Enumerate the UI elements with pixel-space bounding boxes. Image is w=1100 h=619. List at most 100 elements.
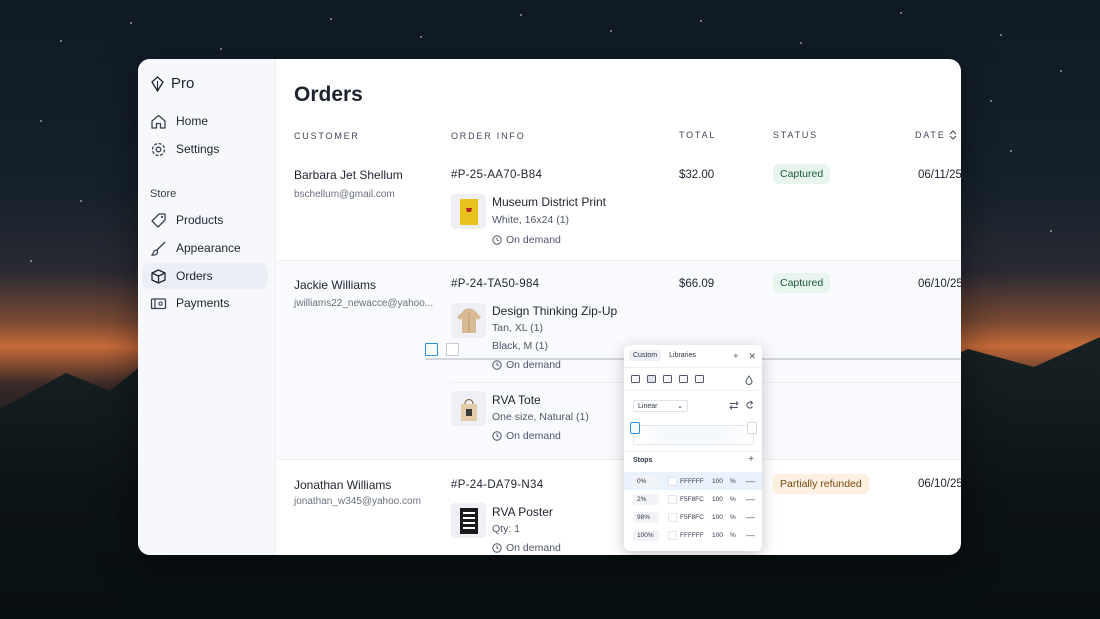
table-row-hover-bg	[277, 261, 961, 459]
customer-name: Jackie Williams	[294, 278, 377, 292]
stop-hex[interactable]: FFFFFF	[680, 532, 704, 539]
sidebar-item-label: Home	[176, 114, 209, 128]
column-header-status[interactable]: STATUS	[773, 130, 818, 140]
stop-color-swatch[interactable]	[668, 530, 677, 540]
gradient-type-select[interactable]: Linear ⌄	[633, 400, 688, 412]
eyedropper-icon[interactable]	[745, 375, 753, 385]
stop-color-swatch[interactable]	[668, 494, 677, 504]
fulfillment-label: On demand	[506, 430, 561, 442]
page-title: Orders	[294, 83, 363, 106]
customer-email: jonathan_w345@yahoo.com	[294, 496, 421, 507]
sidebar-item-settings[interactable]: Settings	[142, 136, 268, 162]
linear-gradient-icon[interactable]	[647, 375, 656, 383]
fulfillment-status: On demand	[492, 542, 561, 554]
stop-opacity-unit: %	[730, 513, 736, 521]
video-fill-icon[interactable]	[695, 375, 704, 383]
stop-hex[interactable]: FFFFFF	[680, 478, 704, 485]
order-id[interactable]: #P-24-TA50-984	[451, 278, 539, 290]
customer-name: Barbara Jet Shellum	[294, 168, 403, 182]
tote-image-icon	[460, 398, 477, 421]
sidebar-item-label: Products	[176, 213, 224, 227]
product-variant: White, 16x24 (1)	[492, 214, 570, 226]
product-variant: Qty: 1	[492, 523, 521, 535]
stop-position[interactable]: 2%	[633, 493, 659, 505]
product-thumbnail	[451, 503, 486, 538]
sidebar-item-payments[interactable]: Payments	[142, 290, 268, 316]
gradient-stop-handle[interactable]	[630, 422, 640, 434]
stop-color-swatch[interactable]	[668, 512, 677, 522]
close-icon[interactable]: ✕	[748, 351, 756, 362]
selection-handle-secondary[interactable]	[446, 343, 459, 356]
clock-icon	[492, 235, 502, 245]
fulfillment-label: On demand	[506, 234, 561, 246]
fill-mode-toolbar	[631, 375, 704, 383]
picker-header-actions: + ✕	[733, 351, 756, 362]
gradient-stop-handle[interactable]	[747, 422, 757, 434]
add-stop-icon[interactable]: +	[748, 454, 754, 465]
stop-hex[interactable]: F5F8FC	[680, 514, 704, 521]
radial-gradient-icon[interactable]	[663, 375, 672, 383]
order-id[interactable]: #P-25-AA70-B84	[451, 169, 542, 181]
chevron-down-icon: ⌄	[677, 403, 683, 410]
tab-libraries[interactable]: Libraries	[665, 350, 700, 361]
remove-stop-icon[interactable]: —	[746, 512, 755, 522]
add-icon[interactable]: +	[733, 351, 738, 362]
brand[interactable]: Pro	[150, 75, 194, 92]
picker-divider	[624, 367, 762, 368]
selection-handle[interactable]	[425, 343, 438, 356]
home-icon	[151, 114, 166, 129]
gradient-stop-row[interactable]: 2% F5F8FC 100 % —	[624, 490, 762, 508]
order-id[interactable]: #P-24-DA79-N34	[451, 479, 543, 491]
column-header-date[interactable]: DATE	[915, 130, 957, 140]
sidebar: Pro Home Settings Store Products Appeara…	[138, 59, 276, 555]
stop-opacity[interactable]: 100	[712, 478, 723, 485]
stop-opacity[interactable]: 100	[712, 514, 723, 521]
customer-email: jwilliams22_newacce@yahoo...	[294, 298, 434, 309]
column-header-customer[interactable]: CUSTOMER	[294, 131, 360, 141]
clock-icon	[492, 543, 502, 553]
gradient-stop-row[interactable]: 0% FFFFFF 100 % —	[624, 472, 762, 490]
gradient-stop-row[interactable]: 98% F5F8FC 100 % —	[624, 508, 762, 526]
rotate-icon[interactable]	[746, 400, 754, 410]
stop-opacity-unit: %	[730, 531, 736, 539]
fulfillment-status: On demand	[492, 234, 561, 246]
column-header-order-info[interactable]: ORDER INFO	[451, 131, 526, 141]
stop-position[interactable]: 0%	[633, 475, 659, 487]
fulfillment-label: On demand	[506, 359, 561, 371]
product-name: RVA Tote	[492, 393, 541, 407]
gradient-picker-panel: Custom Libraries + ✕ Linear ⌄ Stops + 0%…	[624, 345, 762, 551]
stop-position[interactable]: 100%	[633, 529, 659, 541]
payments-icon	[150, 297, 167, 309]
gradient-stop-row[interactable]: 100% FFFFFF 100 % —	[624, 526, 762, 544]
column-header-total[interactable]: TOTAL	[679, 130, 716, 140]
sidebar-item-orders[interactable]: Orders	[142, 263, 268, 289]
stop-color-swatch[interactable]	[668, 476, 677, 486]
remove-stop-icon[interactable]: —	[746, 476, 755, 486]
sidebar-item-home[interactable]: Home	[142, 108, 268, 134]
sidebar-item-products[interactable]: Products	[142, 207, 268, 233]
product-thumbnail	[451, 194, 486, 229]
customer-name: Jonathan Williams	[294, 478, 392, 492]
box-icon	[151, 268, 166, 284]
swap-direction-icon[interactable]	[729, 401, 739, 410]
stop-opacity[interactable]: 100	[712, 532, 723, 539]
stop-hex[interactable]: F5F8FC	[680, 496, 704, 503]
clock-icon	[492, 431, 502, 441]
product-thumbnail	[451, 303, 486, 338]
stop-opacity[interactable]: 100	[712, 496, 723, 503]
gradient-preview-bar[interactable]	[633, 425, 754, 445]
product-name: RVA Poster	[492, 505, 553, 519]
image-fill-icon[interactable]	[679, 375, 688, 383]
stop-opacity-unit: %	[730, 495, 736, 503]
stops-title: Stops	[633, 457, 653, 464]
brand-name: Pro	[171, 75, 195, 92]
tab-custom[interactable]: Custom	[629, 350, 662, 361]
solid-fill-icon[interactable]	[631, 375, 640, 383]
product-name: Museum District Print	[492, 195, 607, 209]
sidebar-item-appearance[interactable]: Appearance	[142, 235, 268, 261]
tag-icon	[151, 212, 166, 228]
remove-stop-icon[interactable]: —	[746, 530, 755, 540]
column-header-date-label: DATE	[915, 130, 946, 140]
remove-stop-icon[interactable]: —	[746, 494, 755, 504]
stop-position[interactable]: 98%	[633, 511, 659, 523]
